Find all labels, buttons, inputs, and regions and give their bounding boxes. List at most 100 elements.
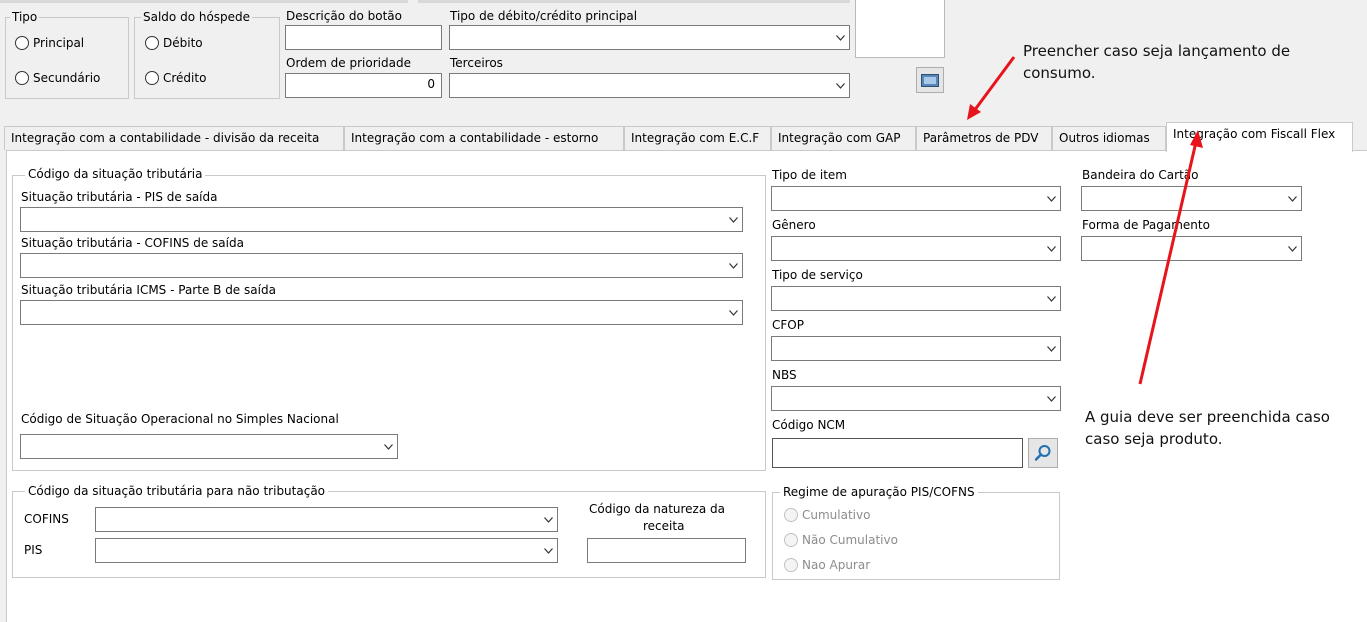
chevron-down-icon xyxy=(836,34,845,41)
pis-saida-label: Situação tributária - PIS de saída xyxy=(21,190,218,204)
tab-contabilidade-divisao[interactable]: Integração com a contabilidade - divisão… xyxy=(4,126,344,150)
cfop-select[interactable] xyxy=(771,336,1061,361)
tipo-principal-radio[interactable]: Principal xyxy=(15,36,84,50)
tab-fiscall-flex[interactable]: Integração com Fiscall Flex xyxy=(1166,122,1353,152)
radio-circle xyxy=(784,558,798,572)
annotation-note-produto-line1: A guia deve ser preenchida caso xyxy=(1085,408,1330,426)
tipo-servico-label: Tipo de serviço xyxy=(772,268,863,282)
nt-cofins-select[interactable] xyxy=(95,507,558,532)
regime-group-title: Regime de apuração PIS/COFNS xyxy=(780,485,978,499)
radio-circle xyxy=(15,36,29,50)
regime-nao-apurar-radio[interactable]: Nao Apurar xyxy=(784,558,870,572)
chevron-down-icon xyxy=(1288,245,1297,252)
cfop-label: CFOP xyxy=(772,318,804,332)
top-strip-right xyxy=(418,0,850,3)
saldo-debito-radio[interactable]: Débito xyxy=(145,36,203,50)
csosn-select[interactable] xyxy=(20,434,398,459)
tipo-item-select[interactable] xyxy=(771,186,1061,211)
saldo-credito-label: Crédito xyxy=(163,71,207,85)
chevron-down-icon xyxy=(1047,345,1056,352)
arrow-to-pdv-tab xyxy=(972,56,1016,112)
tipo-group-title: Tipo xyxy=(10,10,40,24)
icms-saida-select[interactable] xyxy=(20,300,743,325)
saldo-debito-label: Débito xyxy=(163,36,203,50)
regime-nao-cumulativo-label: Não Cumulativo xyxy=(802,533,898,547)
nao-tributacao-title: Código da situação tributária para não t… xyxy=(25,484,329,498)
tipo-group xyxy=(5,17,129,99)
chevron-down-icon xyxy=(729,262,738,269)
bandeira-select[interactable] xyxy=(1081,186,1302,211)
ordem-value: 0 xyxy=(427,77,435,91)
ncm-input[interactable] xyxy=(772,438,1023,468)
radio-circle xyxy=(145,71,159,85)
natureza-input[interactable] xyxy=(587,538,746,563)
natureza-label-line1: Código da natureza da xyxy=(589,502,725,516)
descricao-input[interactable] xyxy=(285,25,442,50)
nt-pis-label: PIS xyxy=(24,543,43,557)
chevron-down-icon xyxy=(729,216,738,223)
terceiros-label: Terceiros xyxy=(450,56,503,70)
radio-circle xyxy=(784,508,798,522)
saldo-group-title: Saldo do hóspede xyxy=(141,10,253,24)
nt-cofins-label: COFINS xyxy=(24,512,69,526)
tab-parametros-pdv[interactable]: Parâmetros de PDV xyxy=(916,126,1052,150)
tipo-debito-select[interactable] xyxy=(449,25,850,50)
csosn-label: Código de Situação Operacional no Simple… xyxy=(21,412,339,426)
image-picker-button[interactable] xyxy=(916,67,944,93)
top-strip-left xyxy=(0,0,408,3)
nt-pis-select[interactable] xyxy=(95,538,558,563)
ncm-label: Código NCM xyxy=(772,418,846,432)
tab-outros-idiomas[interactable]: Outros idiomas xyxy=(1052,126,1166,150)
cst-group-title: Código da situação tributária xyxy=(25,167,206,181)
tab-gap[interactable]: Integração com GAP xyxy=(771,126,916,150)
forma-pagamento-select[interactable] xyxy=(1081,236,1302,261)
forma-pagamento-label: Forma de Pagamento xyxy=(1082,218,1210,232)
radio-circle xyxy=(784,533,798,547)
tab-label: Integração com a contabilidade - divisão… xyxy=(11,131,320,145)
tipo-principal-label: Principal xyxy=(33,36,85,50)
genero-select[interactable] xyxy=(771,236,1061,261)
tab-label: Outros idiomas xyxy=(1059,131,1150,145)
tipo-secundario-label: Secundário xyxy=(33,71,101,85)
tipo-servico-select[interactable] xyxy=(771,286,1061,311)
chevron-down-icon xyxy=(1288,195,1297,202)
annotation-note-produto: A guia deve ser preenchida caso caso sej… xyxy=(1085,406,1330,450)
radio-circle xyxy=(145,36,159,50)
pis-saida-select[interactable] xyxy=(20,207,743,232)
tab-label: Parâmetros de PDV xyxy=(923,131,1039,145)
chevron-down-icon xyxy=(729,309,738,316)
regime-nao-cumulativo-radio[interactable]: Não Cumulativo xyxy=(784,533,898,547)
tab-label: Integração com E.C.F xyxy=(631,131,760,145)
nbs-select[interactable] xyxy=(771,386,1061,411)
search-icon xyxy=(1034,445,1051,461)
annotation-note-produto-line2: caso seja produto. xyxy=(1085,430,1223,448)
tipo-item-label: Tipo de item xyxy=(772,168,847,182)
saldo-credito-radio[interactable]: Crédito xyxy=(145,71,206,85)
genero-label: Gênero xyxy=(772,218,816,232)
chevron-down-icon xyxy=(1047,245,1056,252)
chevron-down-icon xyxy=(544,547,553,554)
terceiros-select[interactable] xyxy=(449,73,850,98)
chevron-down-icon xyxy=(544,516,553,523)
ordem-input[interactable]: 0 xyxy=(285,73,442,98)
saldo-group xyxy=(134,17,280,99)
regime-cumulativo-label: Cumulativo xyxy=(802,508,871,522)
tab-ecf[interactable]: Integração com E.C.F xyxy=(624,126,771,150)
ncm-search-button[interactable] xyxy=(1028,438,1058,468)
tab-contabilidade-estorno[interactable]: Integração com a contabilidade - estorno xyxy=(344,126,624,150)
annotation-note-consumo-line1: Preencher caso seja lançamento de xyxy=(1023,42,1291,60)
chevron-down-icon xyxy=(1047,195,1056,202)
image-icon xyxy=(921,74,939,87)
nbs-label: NBS xyxy=(772,368,797,382)
tab-label: Integração com Fiscall Flex xyxy=(1173,127,1336,141)
cofins-saida-select[interactable] xyxy=(20,253,743,278)
annotation-note-consumo: Preencher caso seja lançamento de consum… xyxy=(1023,40,1290,84)
tab-label: Integração com GAP xyxy=(778,131,901,145)
regime-cumulativo-radio[interactable]: Cumulativo xyxy=(784,508,870,522)
tab-label: Integração com a contabilidade - estorno xyxy=(351,131,599,145)
cofins-saida-label: Situação tributária - COFINS de saída xyxy=(21,236,244,250)
tipo-secundario-radio[interactable]: Secundário xyxy=(15,71,100,85)
bandeira-label: Bandeira do Cartão xyxy=(1082,168,1199,182)
radio-circle xyxy=(15,71,29,85)
image-preview-box xyxy=(855,0,945,58)
